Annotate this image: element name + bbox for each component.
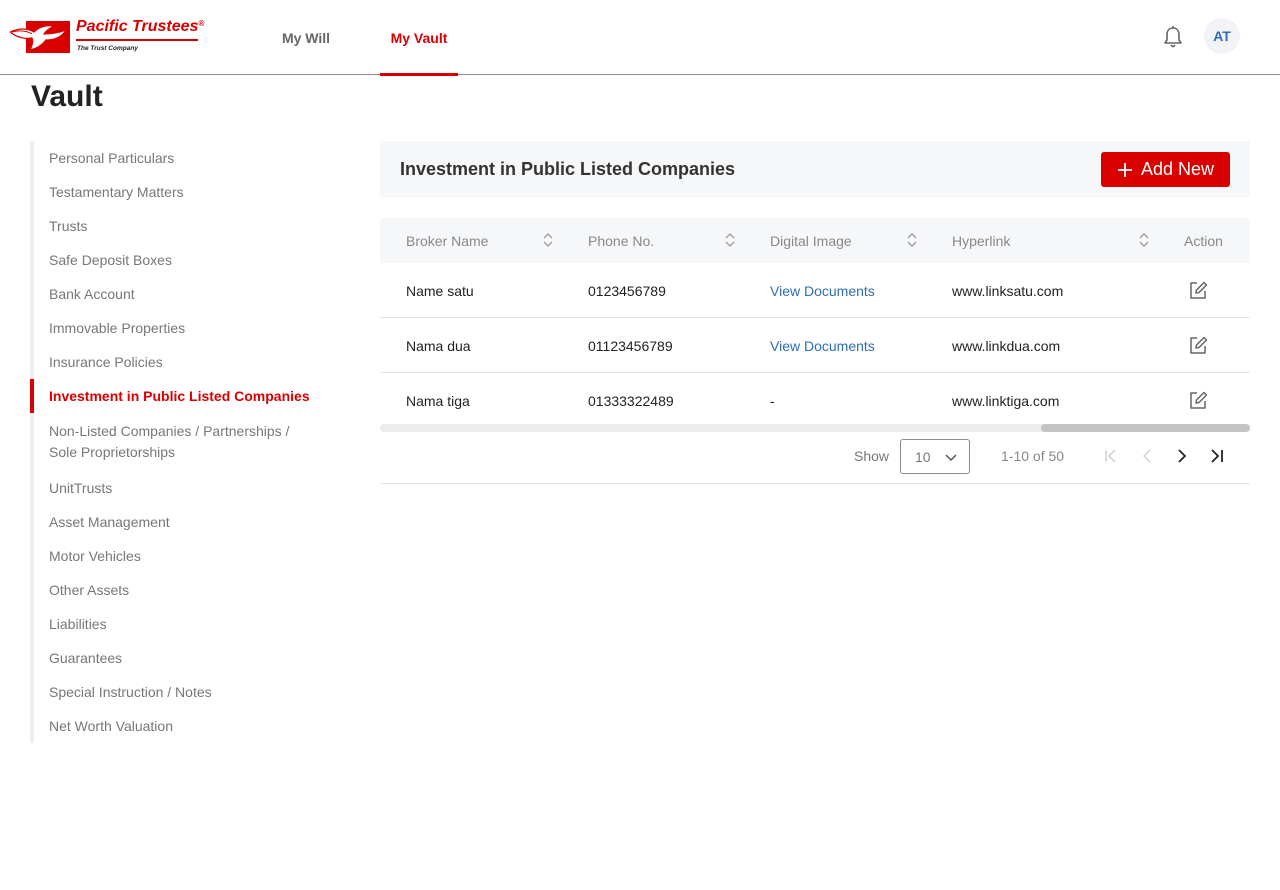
sidebar-item-bank-account[interactable]: Bank Account <box>49 284 329 305</box>
chevron-down-icon <box>945 454 957 462</box>
cell-hyperlink: www.linksatu.com <box>952 282 1064 299</box>
table-row: Nama tiga 01333322489 - www.linktiga.com <box>380 373 1250 425</box>
cell-broker-name: Name satu <box>406 282 474 299</box>
vault-sidebar: Personal Particulars Testamentary Matter… <box>30 141 330 743</box>
sort-icon[interactable] <box>543 233 553 247</box>
edit-icon[interactable] <box>1188 280 1208 300</box>
sort-icon[interactable] <box>907 233 917 247</box>
table-row: Name satu 0123456789 View Documents www.… <box>380 263 1250 318</box>
sidebar-item-asset-management[interactable]: Asset Management <box>49 512 329 533</box>
cell-phone-no: 01333322489 <box>588 392 674 409</box>
logo-tagline: The Trust Company <box>77 45 138 52</box>
cell-hyperlink: www.linktiga.com <box>952 392 1060 409</box>
sidebar-item-liabilities[interactable]: Liabilities <box>49 614 329 635</box>
edit-icon[interactable] <box>1188 335 1208 355</box>
sidebar-item-testamentary-matters[interactable]: Testamentary Matters <box>49 182 329 203</box>
investments-table: Broker Name Phone No. Digital Image Hype… <box>380 218 1250 425</box>
previous-page-icon[interactable] <box>1137 446 1157 466</box>
sidebar-active-indicator <box>30 379 34 413</box>
sidebar-item-motor-vehicles[interactable]: Motor Vehicles <box>49 546 329 567</box>
page-title: Vault <box>31 80 103 113</box>
sidebar-item-unit-trusts[interactable]: UnitTrusts <box>49 478 329 499</box>
sidebar-item-investment-public-listed[interactable]: Investment in Public Listed Companies <box>49 386 329 407</box>
sidebar-item-insurance-policies[interactable]: Insurance Policies <box>49 352 329 373</box>
view-documents-link[interactable]: View Documents <box>770 318 875 373</box>
column-header-digital-image[interactable]: Digital Image <box>770 218 852 263</box>
add-new-label: Add New <box>1140 159 1215 179</box>
page-range-text: 1-10 of 50 <box>1001 448 1065 464</box>
company-logo[interactable]: Pacific Trustees® The Trust Company <box>10 18 204 56</box>
view-documents-link[interactable]: View Documents <box>770 263 875 318</box>
page-size-value: 10 <box>915 448 931 465</box>
cell-phone-no: 01123456789 <box>588 337 673 354</box>
nav-tab-my-vault[interactable]: My Vault <box>380 0 458 76</box>
table-header: Broker Name Phone No. Digital Image Hype… <box>380 218 1250 263</box>
sidebar-item-guarantees[interactable]: Guarantees <box>49 648 329 669</box>
sort-icon[interactable] <box>725 233 735 247</box>
column-header-broker-name[interactable]: Broker Name <box>406 218 488 263</box>
cell-phone-no: 0123456789 <box>588 282 666 299</box>
sidebar-item-net-worth-valuation[interactable]: Net Worth Valuation <box>49 716 329 737</box>
section-header: Investment in Public Listed Companies Ad… <box>380 141 1250 197</box>
cell-hyperlink: www.linkdua.com <box>952 337 1061 354</box>
bell-icon[interactable] <box>1160 24 1186 50</box>
cell-digital-image: - <box>770 392 775 409</box>
sidebar-item-non-listed-companies[interactable]: Non-Listed Companies / Partnerships / So… <box>49 421 299 463</box>
page-size-select[interactable]: 10 <box>900 439 970 474</box>
sort-icon[interactable] <box>1139 233 1149 247</box>
first-page-icon[interactable] <box>1101 446 1121 466</box>
sidebar-item-trusts[interactable]: Trusts <box>49 216 329 237</box>
next-page-icon[interactable] <box>1172 446 1192 466</box>
edit-icon[interactable] <box>1188 390 1208 410</box>
sidebar-item-safe-deposit-boxes[interactable]: Safe Deposit Boxes <box>49 250 329 271</box>
nav-tab-my-will[interactable]: My Will <box>270 0 342 75</box>
top-header: Pacific Trustees® The Trust Company My W… <box>0 0 1280 76</box>
last-page-icon[interactable] <box>1207 446 1227 466</box>
logo-underline <box>76 39 198 41</box>
column-header-phone-no[interactable]: Phone No. <box>588 218 654 263</box>
bird-logo-icon <box>10 21 70 53</box>
horizontal-scrollbar[interactable] <box>380 424 1250 432</box>
user-avatar[interactable]: AT <box>1204 18 1240 54</box>
sidebar-item-other-assets[interactable]: Other Assets <box>49 580 329 601</box>
sidebar-item-special-instruction[interactable]: Special Instruction / Notes <box>49 682 329 703</box>
column-header-hyperlink[interactable]: Hyperlink <box>952 218 1010 263</box>
table-row: Nama dua 01123456789 View Documents www.… <box>380 318 1250 373</box>
cell-broker-name: Nama tiga <box>406 392 470 409</box>
cell-broker-name: Nama dua <box>406 337 471 354</box>
logo-brand-name: Pacific Trustees® <box>76 18 205 35</box>
plus-icon <box>1117 162 1132 177</box>
pagination-bar: Show 10 1-10 of 50 <box>380 432 1250 484</box>
sidebar-item-immovable-properties[interactable]: Immovable Properties <box>49 318 329 339</box>
add-new-button[interactable]: Add New <box>1101 152 1230 187</box>
section-title: Investment in Public Listed Companies <box>400 159 736 179</box>
scrollbar-thumb[interactable] <box>1041 424 1250 432</box>
sidebar-item-personal-particulars[interactable]: Personal Particulars <box>49 148 329 169</box>
show-label: Show <box>854 448 890 464</box>
column-header-action: Action <box>1184 232 1223 249</box>
